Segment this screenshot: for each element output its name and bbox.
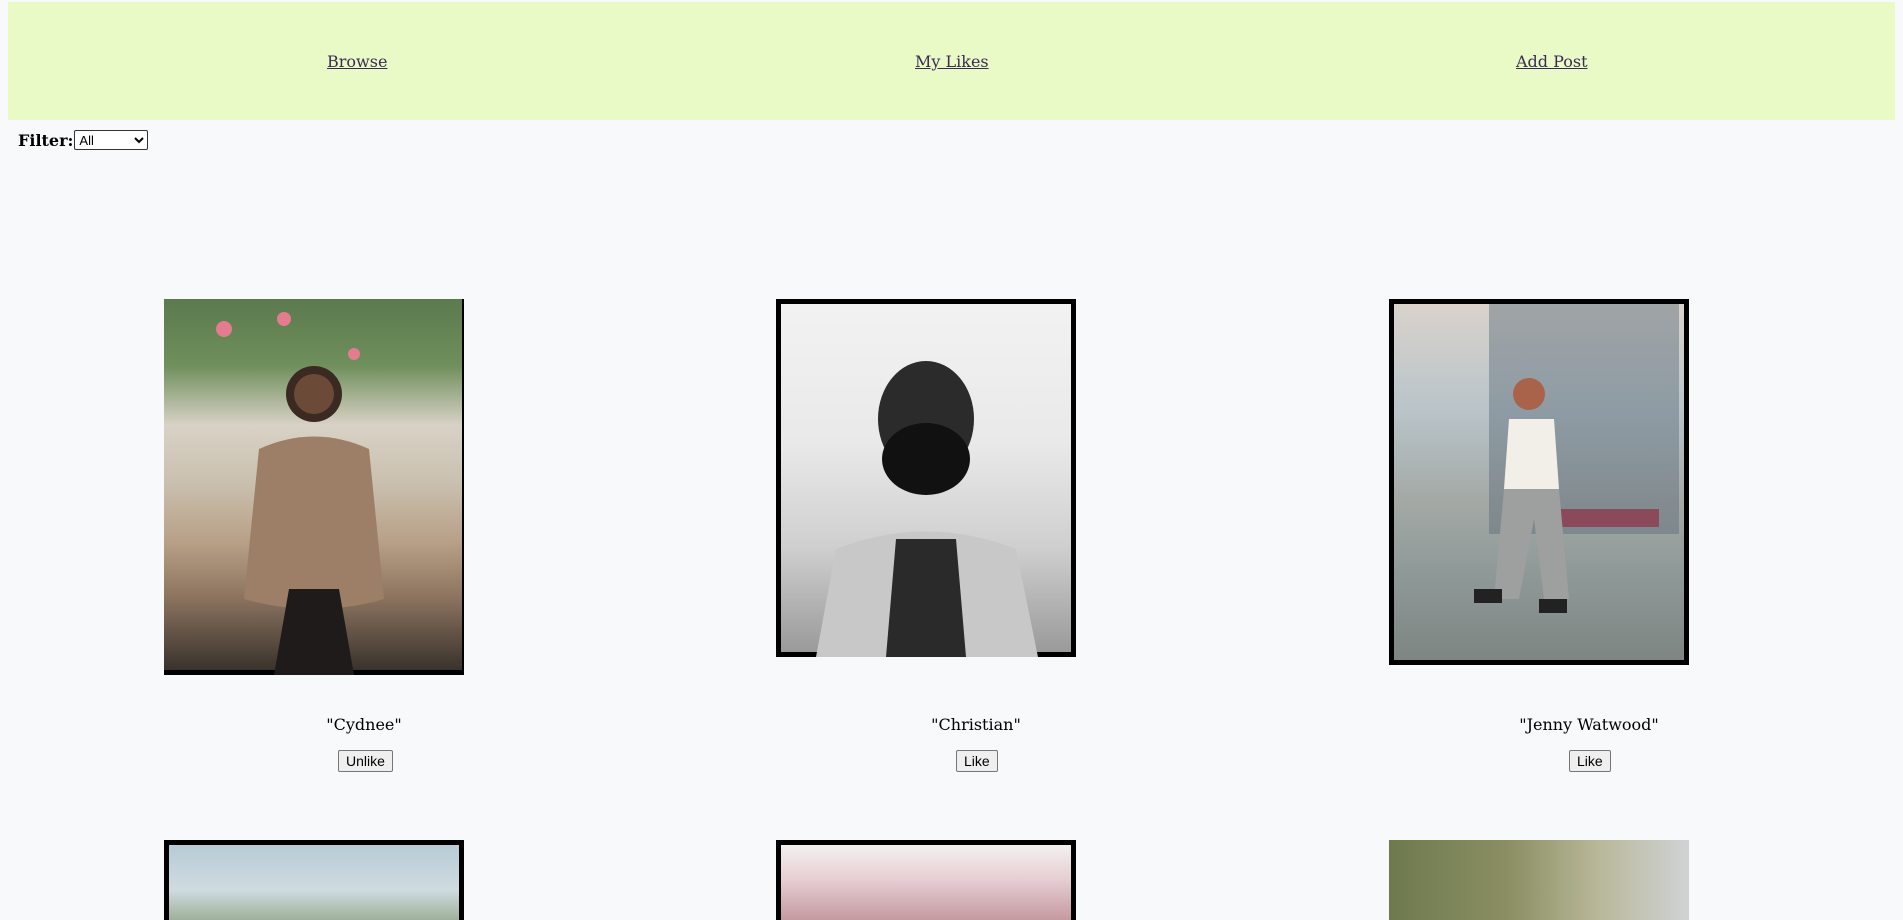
post-photo-christian [776,299,1076,657]
nav-add-post-link[interactable]: Add Post [1516,52,1588,71]
filter-select[interactable]: All [74,130,149,150]
post-name: "Cydnee" [326,715,402,734]
filter-bar: Filter: All [18,130,149,150]
post-photo-cydnee [164,299,464,675]
top-navbar: Browse My Likes Add Post [8,2,1895,120]
post-photo [1389,840,1689,920]
post-photo-jenny-watwood [1389,299,1689,665]
christian-photo-art [816,361,1038,657]
unlike-button[interactable]: Unlike [338,750,393,772]
post-photo [164,840,464,920]
nav-my-likes-link[interactable]: My Likes [915,52,989,71]
like-button[interactable]: Like [956,750,998,772]
post-name: "Jenny Watwood" [1519,715,1659,734]
post-name: "Christian" [931,715,1021,734]
filter-label: Filter: [18,130,74,150]
jenny-photo-art [1474,304,1679,613]
nav-browse-link[interactable]: Browse [327,52,387,71]
post-photo [776,840,1076,920]
like-button[interactable]: Like [1569,750,1611,772]
cydnee-photo-art [216,312,384,675]
